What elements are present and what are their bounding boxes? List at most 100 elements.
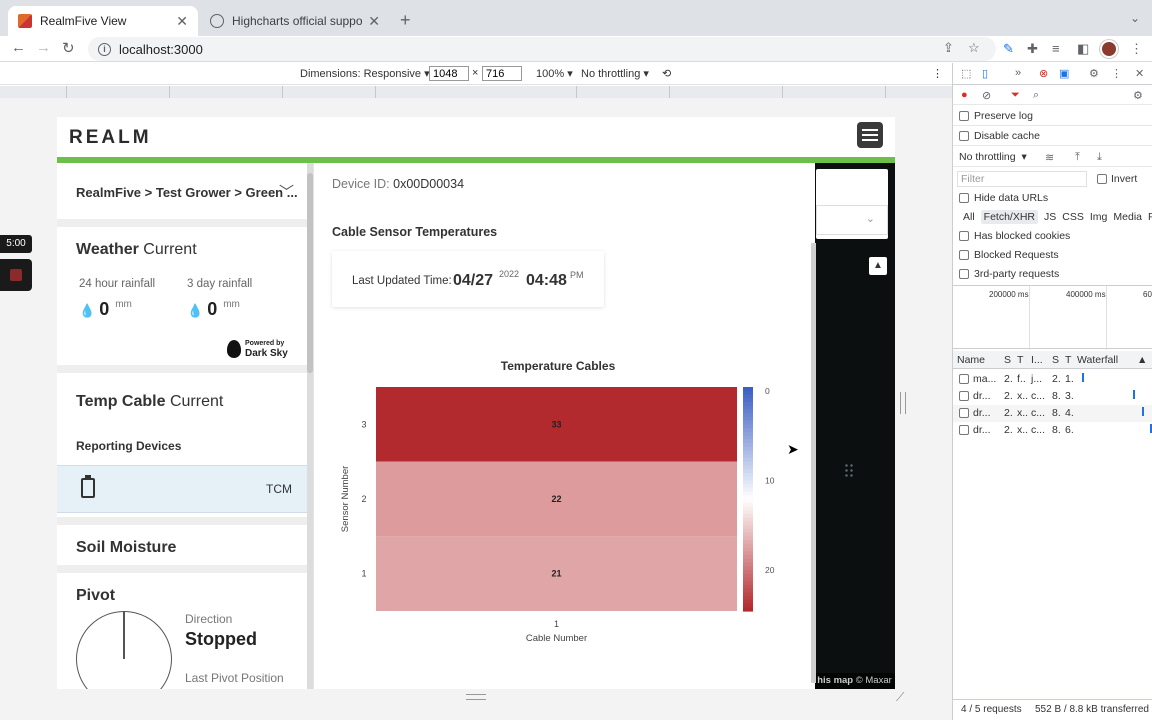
heatmap-svg: Temperature Cables3322211231Cable Number… — [340, 359, 775, 644]
row-checkbox[interactable] — [959, 425, 969, 435]
col-name[interactable]: Name — [957, 354, 985, 366]
browser-menu-icon[interactable]: ⋮ — [1130, 41, 1143, 57]
tab-realmfive[interactable]: RealmFive View ✕ — [8, 6, 198, 36]
record-icon[interactable]: ● — [961, 89, 968, 101]
type-css[interactable]: CSS — [1062, 211, 1084, 223]
rotate-icon[interactable]: ⟲ — [662, 67, 671, 80]
disable-cache-checkbox[interactable] — [959, 131, 969, 141]
wifi-icon[interactable]: ≋ — [1045, 151, 1054, 164]
inspect-element-icon[interactable]: ⬚ — [961, 67, 971, 80]
main-scrollbar[interactable] — [811, 243, 816, 683]
bookmark-star-icon[interactable]: ☆ — [968, 40, 980, 56]
network-settings-gear-icon[interactable]: ⚙ — [1133, 89, 1143, 102]
close-devtools-icon[interactable]: ✕ — [1135, 67, 1144, 80]
network-throttling-select[interactable]: No throttling ▾ — [959, 151, 1027, 163]
network-overview[interactable]: 200000 ms 400000 ms 60 — [953, 285, 1152, 350]
viewport-resize-corner-icon[interactable]: ⟋ — [896, 690, 904, 705]
tab-search-icon[interactable]: ⌄ — [1130, 11, 1140, 25]
more-tabs-icon[interactable]: » — [1015, 67, 1021, 79]
device-row-tcm[interactable]: TCM — [57, 465, 313, 513]
preserve-log-checkbox[interactable] — [959, 111, 969, 121]
errors-icon[interactable]: ⊗ — [1039, 67, 1048, 80]
share-icon[interactable]: ⇪ — [943, 40, 954, 56]
device-toggle-icon[interactable]: ▯ — [982, 67, 988, 80]
dimensions-select[interactable]: Dimensions: Responsive ▾ — [300, 67, 430, 80]
row-checkbox[interactable] — [959, 408, 969, 418]
type-img[interactable]: Img — [1090, 211, 1108, 223]
disable-cache-row[interactable]: Disable cache — [953, 126, 1152, 146]
width-input[interactable] — [429, 66, 469, 81]
filter-input[interactable]: Filter — [957, 171, 1087, 187]
extension-pen-icon[interactable]: ✎ — [1003, 41, 1014, 57]
scroll-thumb[interactable] — [811, 243, 816, 683]
col-status[interactable]: S — [1004, 354, 1011, 366]
col-size[interactable]: S — [1052, 354, 1059, 366]
hamburger-menu-button[interactable] — [857, 122, 883, 148]
zoom-select[interactable]: 100% ▾ — [536, 67, 573, 80]
media-query-ruler[interactable] — [0, 86, 952, 98]
col-initiator[interactable]: I... — [1031, 354, 1043, 366]
recording-stop-button[interactable] — [0, 259, 32, 291]
preserve-log-row[interactable]: Preserve log — [953, 106, 1152, 126]
reading-list-icon[interactable]: ≡ — [1052, 41, 1060, 56]
download-icon[interactable]: ⤓ — [1097, 151, 1102, 164]
forward-icon[interactable]: → — [36, 39, 51, 56]
table-row[interactable]: ma... 2. f.. j... 2. 1. — [953, 371, 1152, 388]
viewport-resize-bottom[interactable] — [466, 694, 486, 700]
type-media[interactable]: Media — [1113, 211, 1142, 223]
temperature-heatmap-chart[interactable]: Temperature Cables 33 22 21 1 2 3 1 Cable Number… — [314, 353, 810, 653]
type-all[interactable]: All — [963, 211, 975, 223]
filter-icon[interactable]: ⏷ — [1011, 89, 1020, 102]
type-font[interactable]: Fo — [1148, 211, 1152, 223]
map-dropdown[interactable]: ⌄ — [816, 205, 888, 235]
sort-ascending-icon[interactable]: ▲ — [1137, 354, 1147, 366]
messages-icon[interactable]: ▣ — [1059, 67, 1069, 80]
device-toolbar-menu-icon[interactable]: ⋮ — [932, 67, 943, 80]
clear-icon[interactable]: ⊘ — [982, 89, 991, 102]
soil-moisture-card[interactable]: Soil Moisture — [57, 525, 307, 565]
back-icon[interactable]: ← — [11, 39, 26, 56]
row-checkbox[interactable] — [959, 374, 969, 384]
tab-close-icon[interactable]: ✕ — [176, 13, 188, 30]
settings-gear-icon[interactable]: ⚙ — [1089, 67, 1099, 80]
throttling-select[interactable]: No throttling ▾ — [581, 67, 649, 80]
new-tab-icon[interactable]: + — [400, 10, 411, 31]
profile-avatar[interactable] — [1100, 40, 1118, 58]
tab-highcharts[interactable]: Highcharts official support for... ✕ — [200, 6, 390, 36]
cell-value-label: 21 — [551, 569, 561, 579]
upload-icon[interactable]: ⤒ — [1075, 151, 1080, 164]
side-panel-icon[interactable]: ◧ — [1077, 41, 1089, 57]
blocked-requests-checkbox[interactable] — [959, 250, 969, 260]
chevron-down-icon[interactable]: ﹀ — [279, 181, 294, 202]
map-overlay-panel: ⌄ — [816, 169, 888, 239]
type-js[interactable]: JS — [1044, 211, 1056, 223]
col-type[interactable]: T — [1017, 354, 1023, 366]
search-icon[interactable]: ⌕ — [1033, 89, 1039, 102]
table-row[interactable]: dr... 2. x.. c... 8. 3. — [953, 388, 1152, 405]
type-fetch-xhr[interactable]: Fetch/XHR — [980, 210, 1039, 224]
tab-close-icon[interactable]: ✕ — [368, 13, 380, 30]
devtools-menu-icon[interactable]: ⋮ — [1111, 67, 1122, 80]
reload-icon[interactable]: ↻ — [62, 39, 75, 57]
breadcrumb[interactable]: RealmFive > Test Grower > Green ... ﹀ — [57, 163, 307, 219]
row-checkbox[interactable] — [959, 391, 969, 401]
col-time[interactable]: T — [1065, 354, 1071, 366]
viewport-resize-right[interactable] — [900, 392, 906, 414]
blocked-cookies-checkbox[interactable] — [959, 231, 969, 241]
site-info-icon[interactable]: i — [98, 42, 111, 56]
third-party-checkbox[interactable] — [959, 269, 969, 279]
satellite-map[interactable]: his map © Maxar — [814, 163, 895, 689]
height-input[interactable] — [482, 66, 522, 81]
invert-checkbox[interactable] — [1097, 174, 1107, 184]
table-row[interactable]: dr... 2. x.. c... 8. 4. — [953, 405, 1152, 422]
table-row[interactable]: dr... 2. x.. c... 8. 6. — [953, 422, 1152, 439]
hide-data-urls-checkbox[interactable] — [959, 193, 969, 203]
extensions-puzzle-icon[interactable]: ✚ — [1027, 41, 1038, 57]
colorbar-segment — [743, 465, 753, 470]
realm-logo[interactable]: REALM — [69, 127, 152, 149]
map-collapse-button[interactable]: ▲ — [869, 257, 887, 275]
powered-by-dark-sky[interactable]: Powered by Dark Sky — [227, 339, 288, 359]
address-bar[interactable]: i localhost:3000 — [88, 37, 996, 61]
colorbar-segment — [743, 543, 753, 549]
col-waterfall[interactable]: Waterfall — [1077, 354, 1118, 366]
